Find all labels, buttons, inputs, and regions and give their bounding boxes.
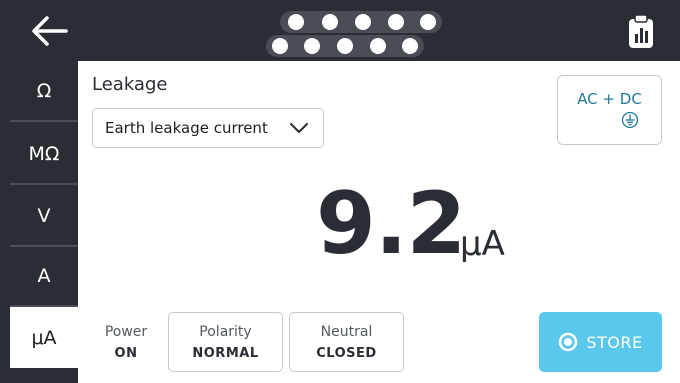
measurement-select-value: Earth leakage current: [105, 119, 268, 137]
measurement-unit: μA: [460, 224, 505, 264]
section-title: Leakage: [92, 74, 168, 95]
clipboard-chart-icon: [629, 14, 653, 48]
connector-pins-icon: [264, 9, 444, 57]
leakage-screen: Ω MΩ V A μA Leakage Earth leakage curren…: [0, 0, 680, 383]
earth-ground-icon: [621, 111, 639, 129]
store-button[interactable]: STORE: [539, 312, 662, 372]
polarity-status[interactable]: Polarity NORMAL: [168, 312, 283, 372]
top-bar: [0, 0, 680, 61]
neutral-status[interactable]: Neutral CLOSED: [289, 312, 404, 372]
sidebar-item-amp[interactable]: A: [10, 246, 78, 307]
function-sidebar: Ω MΩ V A μA: [0, 61, 78, 383]
polarity-value: NORMAL: [192, 346, 259, 361]
sidebar-item-label: MΩ: [28, 142, 60, 165]
sidebar-item-megaohm[interactable]: MΩ: [10, 124, 78, 185]
back-button[interactable]: [28, 14, 72, 48]
measurement-select[interactable]: Earth leakage current: [92, 108, 324, 148]
power-label: Power: [104, 324, 148, 340]
sidebar-item-microamp[interactable]: μA: [10, 307, 78, 368]
polarity-label: Polarity: [199, 324, 252, 340]
measurement-value: 9.2: [316, 174, 466, 274]
sidebar-item-label: Ω: [36, 79, 52, 102]
results-button[interactable]: [626, 14, 656, 50]
neutral-value: CLOSED: [316, 346, 377, 361]
power-status: Power ON: [100, 324, 152, 361]
sidebar-item-label: μA: [31, 326, 57, 349]
record-circle-icon: [559, 332, 578, 352]
store-label: STORE: [586, 332, 643, 352]
chevron-down-icon: [290, 123, 308, 133]
ac-dc-mode-button[interactable]: AC + DC: [557, 75, 662, 145]
sidebar-item-volt[interactable]: V: [10, 186, 78, 247]
mode-label: AC + DC: [577, 90, 642, 108]
sidebar-item-label: V: [37, 204, 51, 227]
power-value: ON: [114, 346, 138, 361]
sidebar-item-ohm[interactable]: Ω: [10, 61, 78, 122]
neutral-label: Neutral: [320, 324, 373, 340]
sidebar-item-label: A: [37, 264, 51, 287]
arrow-left-icon: [32, 16, 68, 46]
